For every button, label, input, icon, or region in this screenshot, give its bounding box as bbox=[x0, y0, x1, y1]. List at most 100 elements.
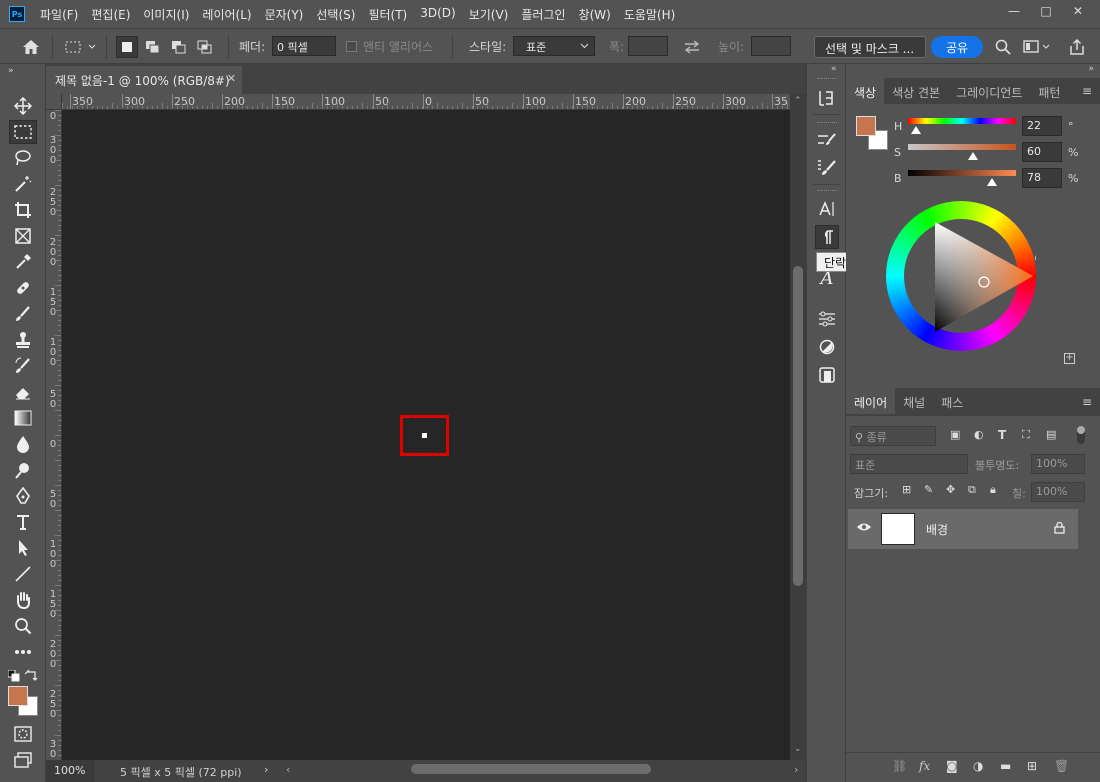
clone-stamp-tool-icon[interactable] bbox=[9, 328, 37, 352]
collapse-tools-icon[interactable]: » bbox=[8, 66, 14, 76]
scroll-right-icon[interactable]: › bbox=[794, 763, 798, 776]
default-colors-icon[interactable] bbox=[7, 669, 20, 685]
blur-tool-icon[interactable] bbox=[9, 432, 37, 456]
dodge-tool-icon[interactable] bbox=[9, 458, 37, 482]
new-selection-icon[interactable] bbox=[116, 36, 138, 58]
hue-slider-thumb[interactable] bbox=[911, 126, 921, 134]
search-icon[interactable] bbox=[992, 36, 1014, 58]
magic-wand-tool-icon[interactable] bbox=[9, 172, 37, 196]
link-layers-icon[interactable]: ⛓ bbox=[892, 759, 919, 773]
document-info[interactable]: 5 픽셀 x 5 픽셀 (72 ppi) bbox=[120, 764, 242, 780]
pixel-filter-icon[interactable]: ▣ bbox=[950, 428, 974, 442]
brush-tool-icon[interactable] bbox=[9, 302, 37, 326]
layer-lock-icon[interactable] bbox=[1054, 521, 1065, 537]
color-triangle[interactable] bbox=[886, 201, 1036, 351]
horizontal-scroll-thumb[interactable] bbox=[411, 764, 651, 774]
swap-colors-icon[interactable] bbox=[24, 669, 38, 686]
menu-item[interactable]: 필터(T) bbox=[368, 6, 407, 23]
lock-all-icon[interactable]: 🔒︎ bbox=[990, 483, 1012, 497]
zoom-level[interactable]: 100% bbox=[46, 760, 94, 782]
scroll-left-icon[interactable]: ‹ bbox=[286, 763, 290, 776]
saturation-slider-thumb[interactable] bbox=[968, 152, 978, 160]
menu-item[interactable]: 보기(V) bbox=[469, 6, 509, 23]
intersect-selection-icon[interactable] bbox=[194, 36, 216, 58]
more-tools-icon[interactable] bbox=[9, 640, 37, 664]
eyedropper-tool-icon[interactable] bbox=[9, 250, 37, 274]
adjustment-filter-icon[interactable]: ◐ bbox=[974, 428, 998, 442]
layers-panel-menu-icon[interactable]: ≡ bbox=[1082, 395, 1092, 409]
menu-item[interactable]: 이미지(I) bbox=[143, 6, 189, 23]
lock-transparent-icon[interactable]: ⊞ bbox=[902, 483, 924, 497]
brightness-value[interactable]: 78 bbox=[1022, 168, 1062, 188]
properties-panel-icon[interactable] bbox=[815, 307, 839, 331]
filter-toggle[interactable] bbox=[1077, 426, 1085, 444]
tab-color_panel-1[interactable]: 색상 견본 bbox=[884, 78, 948, 104]
path-selection-tool-icon[interactable] bbox=[9, 536, 37, 560]
brightness-slider-thumb[interactable] bbox=[987, 178, 997, 186]
history-panel-icon[interactable] bbox=[815, 86, 839, 110]
vertical-scroll-thumb[interactable] bbox=[793, 266, 803, 586]
foreground-color-swatch[interactable] bbox=[8, 686, 28, 706]
frame-tool-icon[interactable] bbox=[9, 224, 37, 248]
add-selection-icon[interactable] bbox=[142, 36, 164, 58]
menu-item[interactable]: 창(W) bbox=[579, 6, 611, 23]
horizontal-scrollbar[interactable]: ‹ › bbox=[286, 760, 806, 782]
menu-item[interactable]: 레이어(L) bbox=[202, 6, 251, 23]
type-tool-icon[interactable] bbox=[9, 510, 37, 534]
adjustment-layer-icon[interactable]: ◑ bbox=[973, 759, 1000, 773]
healing-brush-tool-icon[interactable] bbox=[9, 276, 37, 300]
crop-tool-icon[interactable] bbox=[9, 198, 37, 222]
history-brush-tool-icon[interactable] bbox=[9, 354, 37, 378]
smart-object-filter-icon[interactable]: ▤ bbox=[1046, 428, 1070, 442]
menu-item[interactable]: 플러그인 bbox=[521, 6, 565, 23]
layer-style-icon[interactable]: fx bbox=[919, 759, 946, 773]
new-layer-icon[interactable]: ⊞ bbox=[1027, 759, 1054, 773]
add-mask-icon[interactable]: ◙ bbox=[946, 759, 973, 773]
menu-item[interactable]: 파일(F) bbox=[40, 6, 78, 23]
width-input[interactable] bbox=[628, 36, 668, 56]
paragraph-panel-icon[interactable] bbox=[815, 225, 839, 249]
zoom-tool-icon[interactable] bbox=[9, 614, 37, 638]
menu-item[interactable]: 문자(Y) bbox=[265, 6, 304, 23]
lock-image-icon[interactable]: ✎ bbox=[924, 483, 946, 497]
close-tab-icon[interactable]: ✕ bbox=[227, 72, 236, 85]
quick-mask-icon[interactable] bbox=[9, 722, 37, 746]
lasso-tool-icon[interactable] bbox=[9, 146, 37, 170]
libraries-panel-icon[interactable] bbox=[815, 363, 839, 387]
tab-layers_panel-1[interactable]: 채널 bbox=[895, 388, 933, 414]
collapse-strip-icon[interactable]: « bbox=[831, 64, 837, 74]
menu-item[interactable]: 편집(E) bbox=[91, 6, 130, 23]
visibility-eye-icon[interactable] bbox=[856, 521, 872, 536]
delete-layer-icon[interactable]: 🗑︎ bbox=[1054, 759, 1081, 773]
feather-input[interactable]: 0 픽셀 bbox=[272, 36, 336, 56]
rectangular-marquee-tool-icon[interactable] bbox=[9, 120, 37, 144]
move-tool-icon[interactable] bbox=[9, 94, 37, 118]
panel-foreground-swatch[interactable] bbox=[856, 116, 876, 136]
menu-item[interactable]: 도움말(H) bbox=[624, 6, 676, 23]
layer-name[interactable]: 배경 bbox=[926, 521, 948, 538]
height-input[interactable] bbox=[751, 36, 791, 56]
scroll-down-icon[interactable]: ⌄ bbox=[794, 744, 802, 754]
saturation-value[interactable]: 60 bbox=[1022, 142, 1062, 162]
subtract-selection-icon[interactable] bbox=[168, 36, 190, 58]
tab-color_panel-3[interactable]: 패턴 bbox=[1030, 78, 1068, 104]
character-panel-icon[interactable] bbox=[815, 197, 839, 221]
tab-color_panel-0[interactable]: 색상 bbox=[846, 78, 885, 104]
style-select[interactable]: 표준 bbox=[513, 36, 595, 56]
layer-filter-select[interactable]: ⚲ 종류 bbox=[850, 426, 936, 446]
add-color-icon[interactable]: + bbox=[1064, 353, 1075, 364]
marquee-preset-icon[interactable] bbox=[62, 36, 100, 58]
close-button[interactable]: ✕ bbox=[1062, 0, 1094, 22]
adjustments-panel-icon[interactable] bbox=[815, 335, 839, 359]
color-panel-menu-icon[interactable]: ≡ bbox=[1082, 84, 1092, 98]
document-tab[interactable]: 제목 없음-1 @ 100% (RGB/8#) ✕ bbox=[46, 66, 242, 94]
collapse-right-panels-icon[interactable]: » bbox=[1088, 64, 1094, 74]
fill-input[interactable]: 100% bbox=[1031, 482, 1085, 502]
screen-mode-icon[interactable] bbox=[9, 748, 37, 772]
tab-layers_panel-0[interactable]: 레이어 bbox=[846, 388, 896, 414]
share-button[interactable]: 공유 bbox=[931, 36, 983, 58]
select-and-mask-button[interactable]: 선택 및 마스크 ... bbox=[814, 36, 926, 58]
menu-item[interactable]: 3D(D) bbox=[420, 6, 455, 23]
home-icon[interactable] bbox=[20, 36, 42, 58]
gradient-tool-icon[interactable] bbox=[9, 406, 37, 430]
